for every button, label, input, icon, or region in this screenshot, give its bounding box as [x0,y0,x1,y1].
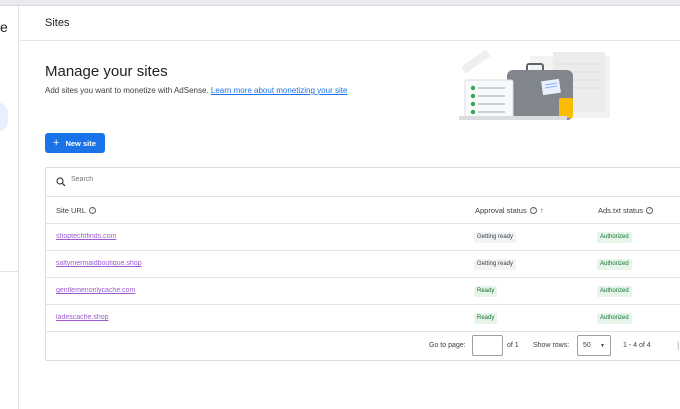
rows-per-page-value: 50 [583,342,591,349]
site-url-link[interactable]: shoptechtfinds.com [56,233,116,240]
sites-table: Site URL ? Approval status ? ↑ Ads.txt s… [45,167,680,361]
help-icon[interactable]: ? [89,207,97,214]
page-title: Sites [45,17,70,29]
approval-status-chip: Ready [474,286,498,297]
table-search-bar [46,168,680,197]
dropdown-caret-icon: ▼ [600,342,605,349]
table-row: ladescache.shop Ready Authorized [46,305,680,332]
new-site-button[interactable]: + New site [45,133,105,153]
table-row: shoptechtfinds.com Getting ready Authori… [46,224,680,251]
briefcase-illustration [459,50,610,120]
description-text: Add sites you want to monetize with AdSe… [45,86,209,95]
approval-status-chip: Ready [474,313,498,324]
search-input[interactable] [71,176,271,183]
page-count-label: of 1 [507,342,519,349]
column-header-site-url[interactable]: Site URL ? [56,206,97,215]
go-to-page-label: Go to page: [429,342,466,349]
site-url-link[interactable]: ladescache.shop [56,314,109,321]
help-icon[interactable]: ? [529,207,537,214]
column-header-label: Approval status [475,206,527,215]
new-site-button-label: New site [65,138,96,148]
column-header-label: Ads.txt status [598,206,644,215]
show-rows-label: Show rows: [533,342,570,349]
site-url-link[interactable]: saltymermaidboutique.shop [56,260,142,267]
ads-txt-status-chip: Authorized [597,313,632,324]
left-navigation-rail: e [0,6,19,409]
section-description: Add sites you want to monetize with AdSe… [45,86,347,95]
site-url-link[interactable]: gentlemenonlycache.com [56,287,135,294]
search-icon [56,177,66,187]
approval-status-chip: Getting ready [474,232,517,243]
nav-item-active[interactable] [0,102,8,132]
page-number-input[interactable] [472,335,503,356]
pagination-bar: Go to page: of 1 Show rows: 50 ▼ 1 - 4 o… [46,331,680,361]
page-header: Sites [20,6,680,41]
sort-ascending-icon[interactable]: ↑ [540,206,544,215]
column-header-ads-txt-status[interactable]: Ads.txt status ? [598,206,654,215]
table-header-row: Site URL ? Approval status ? ↑ Ads.txt s… [46,197,680,224]
plus-icon: + [53,136,60,149]
table-row: saltymermaidboutique.shop Getting ready … [46,251,680,278]
section-heading: Manage your sites [45,63,168,80]
table-row: gentlemenonlycache.com Ready Authorized [46,278,680,305]
help-icon[interactable]: ? [646,207,654,214]
ads-txt-status-chip: Authorized [597,259,632,270]
column-header-approval-status[interactable]: Approval status ? ↑ [475,206,544,215]
nav-divider [0,271,19,272]
column-header-label: Site URL [56,206,87,215]
ads-txt-status-chip: Authorized [597,232,632,243]
app-name-fragment: e [0,19,8,35]
learn-more-link[interactable]: Learn more about monetizing your site [211,86,348,95]
ads-txt-status-chip: Authorized [597,286,632,297]
approval-status-chip: Getting ready [474,259,517,270]
row-range-label: 1 - 4 of 4 [623,342,651,349]
rows-per-page-select[interactable]: 50 ▼ [577,335,611,356]
